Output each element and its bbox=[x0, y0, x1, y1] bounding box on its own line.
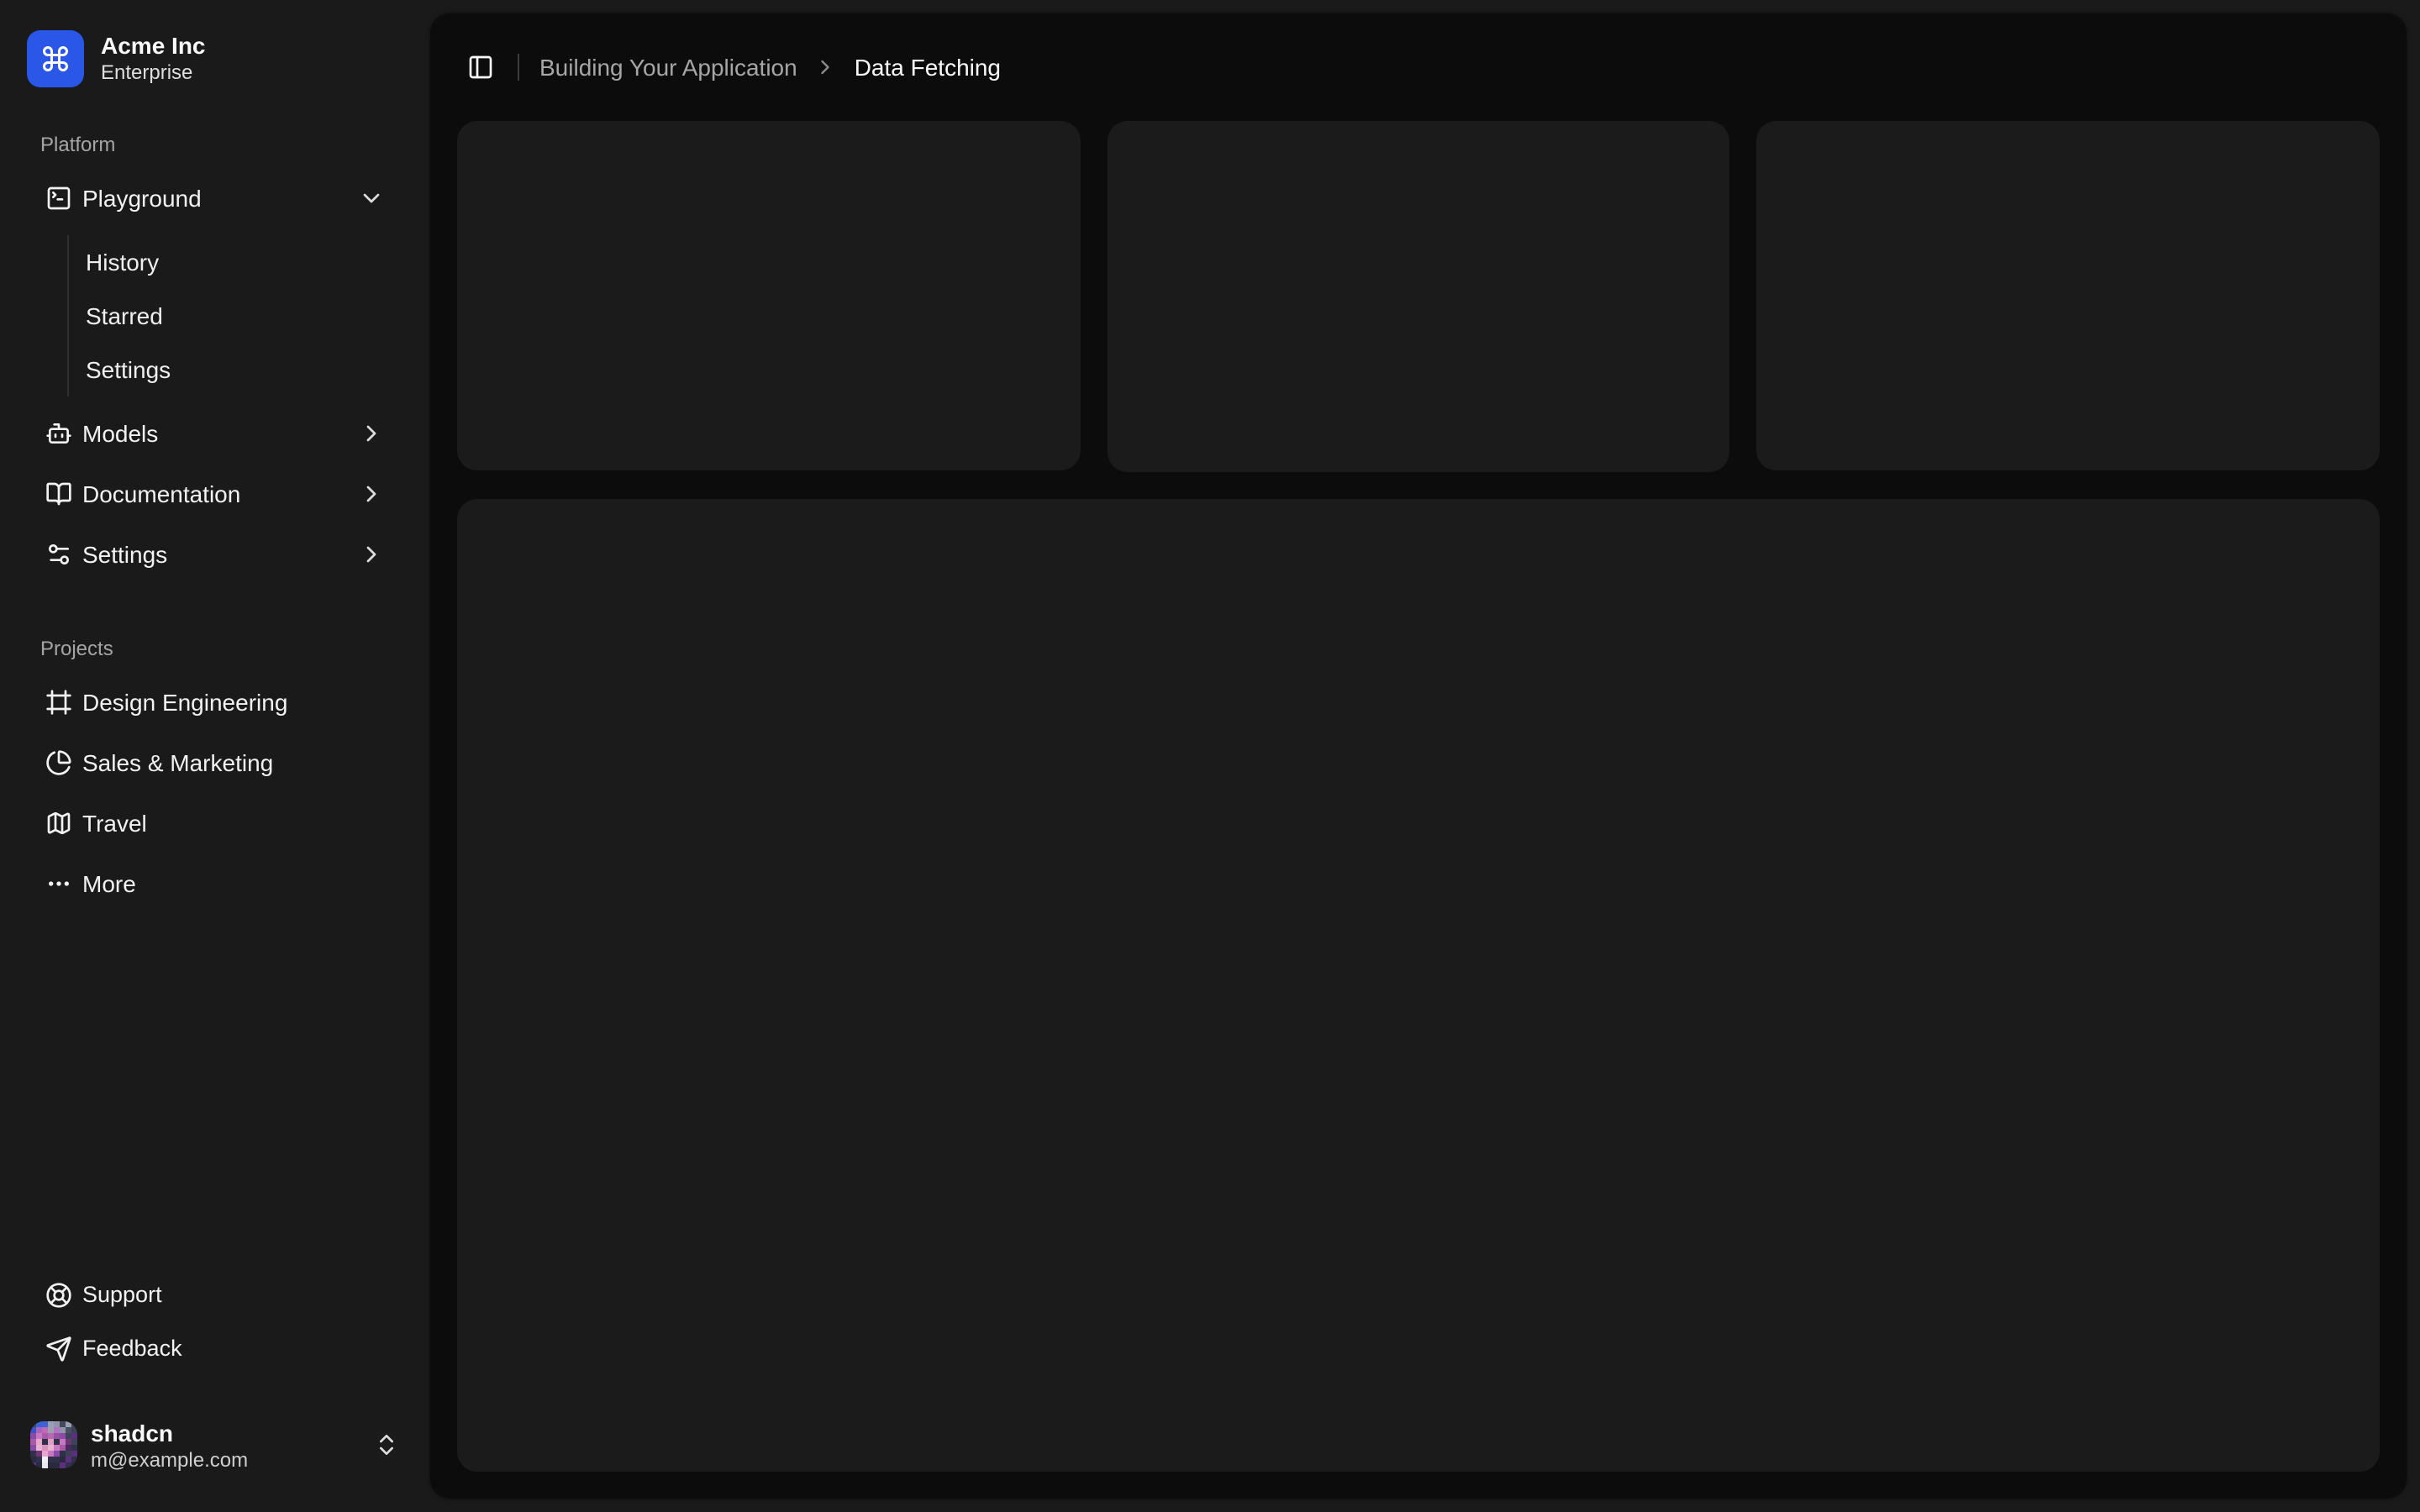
header-separator bbox=[518, 54, 519, 81]
book-open-icon bbox=[45, 480, 72, 507]
sidebar-group-projects: Projects Design Engineering Sales & Mark… bbox=[0, 622, 430, 911]
sidebar-group-platform: Platform Playground History Starred Sett… bbox=[0, 118, 430, 581]
main-header: Building Your Application Data Fetching bbox=[430, 13, 2407, 121]
command-icon bbox=[27, 30, 84, 87]
placeholder-card bbox=[1107, 121, 1730, 471]
panel-left-icon bbox=[467, 54, 494, 81]
sidebar-group-secondary: Support Feedback bbox=[0, 1272, 430, 1373]
breadcrumb-current: Data Fetching bbox=[854, 54, 1002, 81]
sidebar-item-travel[interactable]: Travel bbox=[27, 796, 403, 850]
frame-icon bbox=[45, 689, 72, 716]
team-switcher-button[interactable]: Acme Inc Enterprise bbox=[20, 24, 410, 94]
placeholder-card bbox=[1756, 121, 2380, 471]
avatar bbox=[30, 1421, 77, 1469]
ellipsis-icon bbox=[45, 870, 72, 897]
breadcrumb-parent-link[interactable]: Building Your Application bbox=[539, 54, 797, 81]
sidebar-subitem-starred[interactable]: Starred bbox=[69, 292, 403, 339]
sidebar: Acme Inc Enterprise Platform Playground … bbox=[0, 0, 430, 1512]
projects-menu: Design Engineering Sales & Marketing Tra… bbox=[27, 675, 403, 911]
square-terminal-icon bbox=[45, 185, 72, 212]
team-meta: Acme Inc Enterprise bbox=[101, 32, 206, 87]
sidebar-item-models[interactable]: Models bbox=[27, 407, 403, 460]
sidebar-item-playground[interactable]: Playground bbox=[27, 171, 403, 225]
chevron-right-icon bbox=[358, 541, 385, 568]
user-meta: shadcn m@example.com bbox=[91, 1420, 248, 1472]
sidebar-item-settings[interactable]: Settings bbox=[27, 528, 403, 581]
chevrons-up-down-icon bbox=[373, 1432, 400, 1459]
sidebar-item-sales-marketing[interactable]: Sales & Marketing bbox=[27, 736, 403, 790]
breadcrumb: Building Your Application Data Fetching bbox=[539, 54, 1001, 81]
secondary-menu: Support Feedback bbox=[27, 1272, 403, 1373]
sidebar-header: Acme Inc Enterprise bbox=[0, 0, 430, 94]
main-inset: Building Your Application Data Fetching bbox=[430, 13, 2407, 1499]
sidebar-item-design-engineering[interactable]: Design Engineering bbox=[27, 675, 403, 729]
pie-chart-icon bbox=[45, 749, 72, 776]
life-buoy-icon bbox=[45, 1282, 72, 1309]
group-label-projects: Projects bbox=[40, 637, 113, 660]
group-label-platform: Platform bbox=[40, 133, 116, 156]
placeholder-cards-row bbox=[457, 121, 2380, 471]
user-email: m@example.com bbox=[91, 1447, 249, 1472]
placeholder-panel bbox=[457, 498, 2380, 1472]
app-root: Acme Inc Enterprise Platform Playground … bbox=[0, 0, 2420, 1512]
placeholder-card bbox=[457, 121, 1081, 471]
sidebar-item-feedback[interactable]: Feedback bbox=[27, 1326, 403, 1373]
sidebar-footer: shadcn m@example.com bbox=[0, 1399, 430, 1512]
playground-submenu: History Starred Settings bbox=[67, 235, 403, 396]
main-content bbox=[430, 121, 2407, 1499]
chevron-down-icon bbox=[358, 185, 385, 212]
sidebar-subitem-settings[interactable]: Settings bbox=[69, 346, 403, 393]
bot-icon bbox=[45, 420, 72, 447]
send-icon bbox=[45, 1336, 72, 1362]
chevron-right-icon bbox=[358, 420, 385, 447]
team-plan: Enterprise bbox=[101, 60, 193, 85]
platform-menu: Playground History Starred Settings Mode… bbox=[27, 171, 403, 581]
chevron-right-icon bbox=[358, 480, 385, 507]
user-menu-button[interactable]: shadcn m@example.com bbox=[20, 1410, 410, 1482]
sidebar-subitem-history[interactable]: History bbox=[69, 239, 403, 286]
sliders-icon bbox=[45, 541, 72, 568]
team-name: Acme Inc bbox=[101, 31, 206, 59]
user-name: shadcn bbox=[91, 1419, 174, 1446]
breadcrumb-chevron-icon bbox=[814, 55, 838, 79]
map-icon bbox=[45, 810, 72, 837]
sidebar-toggle-button[interactable] bbox=[457, 44, 504, 91]
sidebar-item-documentation[interactable]: Documentation bbox=[27, 467, 403, 521]
sidebar-item-more[interactable]: More bbox=[27, 857, 403, 911]
sidebar-item-support[interactable]: Support bbox=[27, 1272, 403, 1319]
